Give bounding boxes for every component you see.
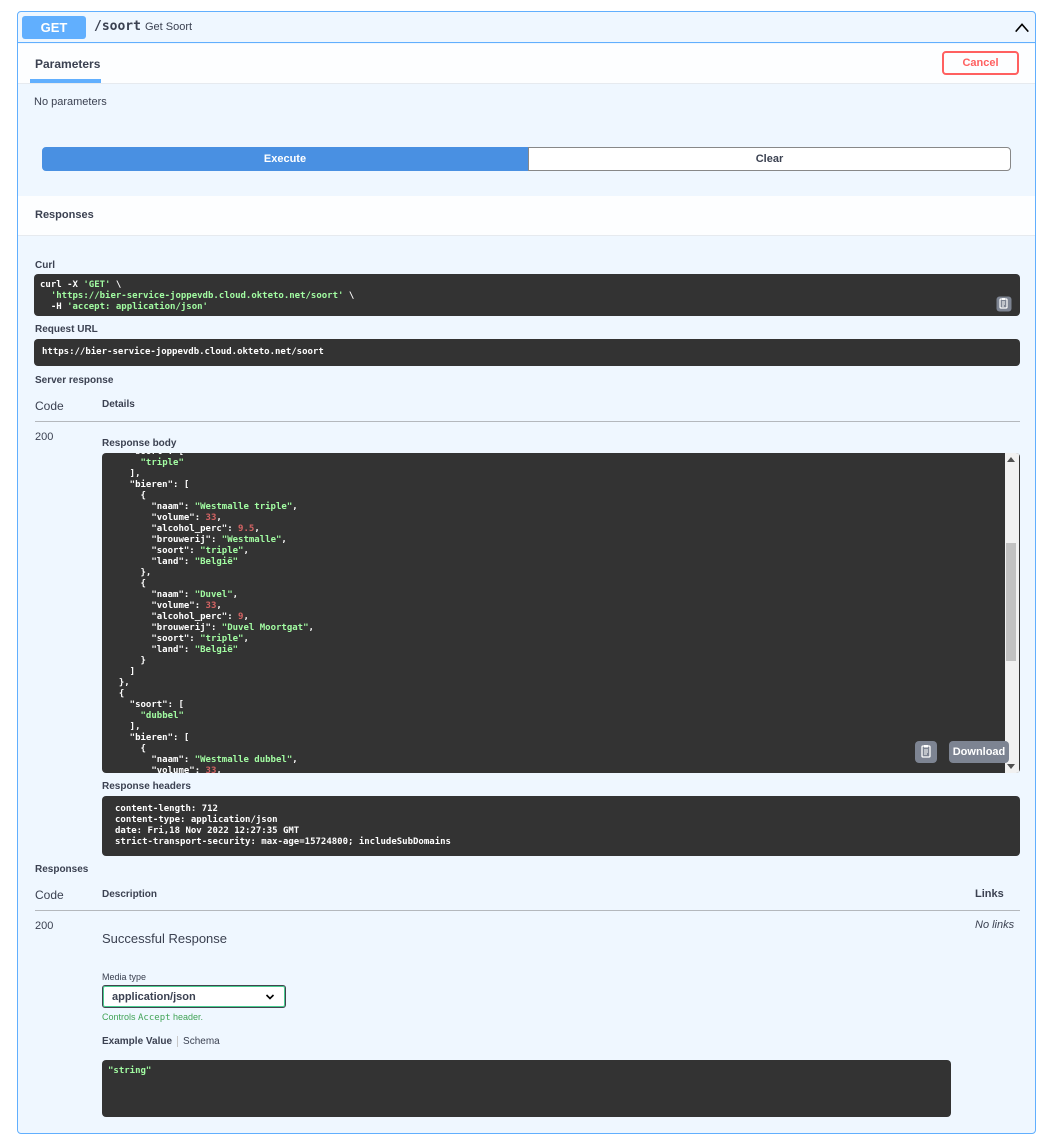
responses-label: Responses (35, 864, 89, 875)
download-button[interactable]: Download (949, 741, 1009, 763)
response-header-line: strict-transport-security: max-age=15724… (115, 837, 451, 847)
operation-path: /soort (94, 19, 141, 34)
operation-summary[interactable]: GET /soort Get Soort (18, 12, 1035, 43)
responses-section-header: Responses (18, 196, 1035, 236)
tab-separator (177, 1036, 179, 1047)
server-col-details: Details (102, 399, 135, 410)
tab-parameters[interactable]: Parameters (35, 57, 100, 71)
operation-summary-text: Get Soort (145, 21, 193, 33)
media-type-value: application/json (112, 990, 196, 1003)
response-code: 200 (35, 920, 54, 932)
method-badge: GET (22, 16, 86, 39)
no-parameters-text: No parameters (34, 96, 107, 108)
response-header-line: date: Fri,18 Nov 2022 12:27:35 GMT (115, 826, 300, 836)
curl-code[interactable]: curl -X 'GET' \ 'https://bier-service-jo… (34, 274, 1020, 316)
clipboard-copy-icon[interactable] (996, 296, 1012, 312)
chevron-down-icon (265, 994, 275, 1000)
response-header-line: content-length: 712 (115, 804, 218, 814)
request-url-value[interactable]: https://bier-service-joppevdb.cloud.okte… (34, 339, 1020, 366)
curl-header-flag: -H (40, 302, 68, 312)
tab-active-indicator (30, 79, 101, 83)
chevron-up-icon[interactable] (1013, 19, 1031, 37)
response-links: No links (975, 919, 1015, 931)
request-url-label: Request URL (35, 324, 98, 335)
cancel-button[interactable]: Cancel (942, 51, 1019, 75)
response-body-scrollbar[interactable] (1005, 453, 1019, 773)
controls-accept-code: Accept (138, 1013, 171, 1023)
scroll-down-arrow-icon[interactable] (1007, 764, 1015, 769)
responses-col-code: Code (35, 888, 64, 902)
example-value-text: "string" (108, 1066, 152, 1076)
responses-col-links: Links (975, 888, 1004, 900)
response-headers-label: Response headers (102, 781, 191, 792)
responses-title: Responses (35, 209, 94, 221)
execute-wrapper: Execute Clear (42, 147, 1011, 171)
response-body-json: "soort": [ "triple" ], "bieren": [ { "na… (118, 453, 314, 773)
curl-method: 'GET' (83, 280, 111, 290)
controls-suffix: header. (170, 1012, 204, 1022)
operation-block: GET /soort Get Soort Parameters Cancel N… (17, 11, 1036, 1134)
server-response-label: Server response (35, 375, 114, 386)
response-header-line: content-type: application/json (115, 815, 278, 825)
scroll-thumb[interactable] (1006, 543, 1016, 661)
curl-url: 'https://bier-service-joppevdb.cloud.okt… (50, 291, 344, 301)
scroll-up-arrow-icon[interactable] (1007, 457, 1015, 462)
copy-response-button[interactable] (915, 741, 937, 763)
curl-line1-tail: \ (110, 280, 122, 290)
example-tabs: Example Value Schema (102, 1036, 220, 1047)
response-body[interactable]: "soort": [ "triple" ], "bieren": [ { "na… (102, 453, 1020, 773)
curl-line1: curl -X (40, 280, 84, 290)
controls-accept-text: Controls Accept header. (102, 1012, 203, 1023)
media-type-label: Media type (102, 972, 147, 982)
parameters-tab-header: Parameters Cancel (18, 44, 1035, 84)
tab-schema[interactable]: Schema (183, 1036, 220, 1047)
response-headers[interactable]: content-length: 712 content-type: applica… (102, 796, 1020, 856)
curl-line2-tail: \ (343, 291, 355, 301)
media-type-select[interactable]: application/json (102, 985, 286, 1008)
server-col-code: Code (35, 399, 64, 413)
clear-button[interactable]: Clear (528, 147, 1011, 171)
controls-prefix: Controls (102, 1012, 139, 1022)
execute-button[interactable]: Execute (42, 147, 528, 171)
server-response-code: 200 (35, 431, 54, 443)
tab-example-value[interactable]: Example Value (102, 1036, 172, 1047)
curl-label: Curl (35, 260, 55, 271)
response-description: Successful Response (102, 931, 228, 946)
curl-header-value: 'accept: application/json' (67, 302, 208, 312)
divider (35, 910, 1020, 911)
clipboard-copy-icon (921, 745, 931, 758)
response-body-label: Response body (102, 438, 177, 449)
responses-col-description: Description (102, 889, 158, 900)
example-value-code[interactable]: "string" (102, 1060, 951, 1117)
divider (35, 421, 1020, 422)
